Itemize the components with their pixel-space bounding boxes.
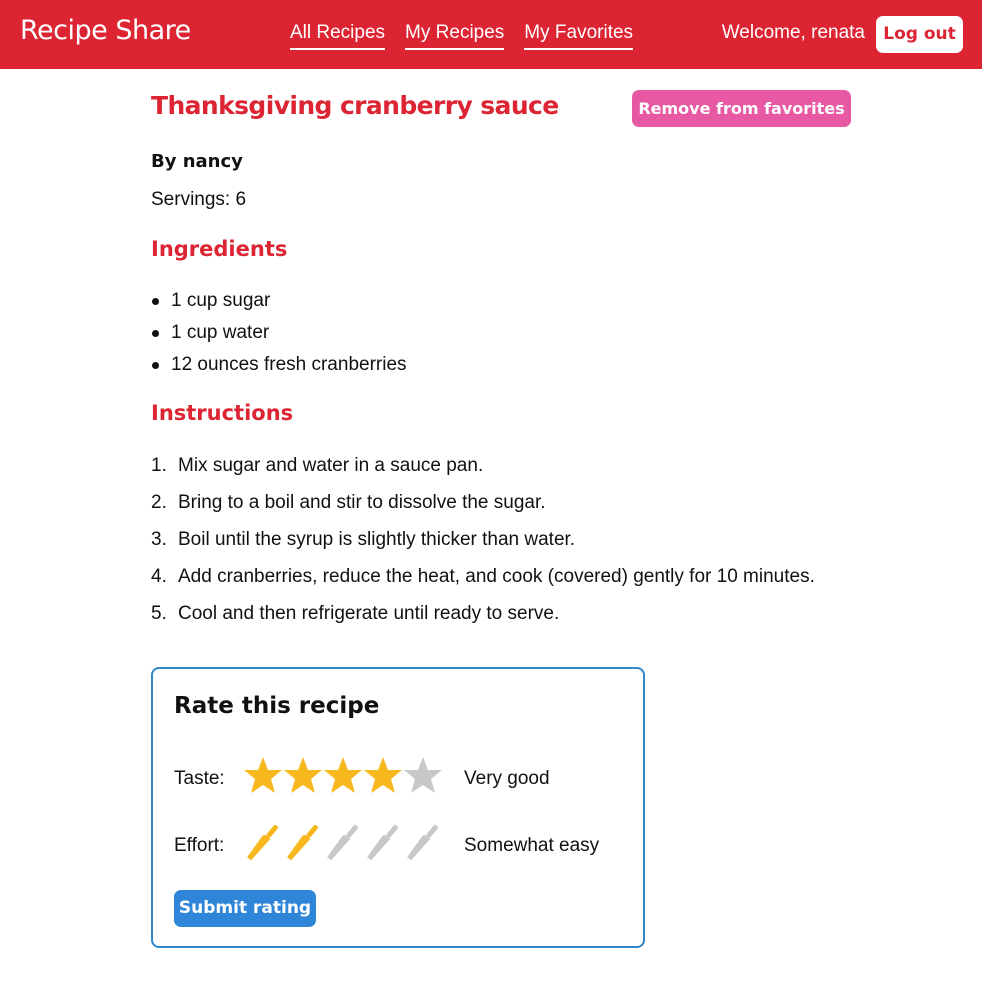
nav-my-favorites[interactable]: My Favorites: [524, 21, 634, 50]
remove-favorite-button[interactable]: Remove from favorites: [632, 90, 851, 127]
taste-rating-stars[interactable]: [243, 756, 443, 796]
rating-title: Rate this recipe: [174, 693, 380, 719]
taste-label: Taste:: [174, 768, 225, 789]
effort-label: Effort:: [174, 835, 225, 856]
effort-rating-knives[interactable]: [243, 823, 443, 863]
step-text: Add cranberries, reduce the heat, and co…: [178, 566, 815, 587]
instruction-step: 2. Bring to a boil and stir to dissolve t…: [151, 490, 815, 527]
instruction-step: 3. Boil until the syrup is slightly thick…: [151, 527, 815, 564]
knife-icon-1[interactable]: [243, 823, 283, 863]
recipe-servings: Servings: 6: [151, 189, 247, 210]
recipe-title: Thanksgiving cranberry sauce: [151, 91, 559, 120]
nav-all-recipes[interactable]: All Recipes: [290, 21, 386, 50]
nav-my-recipes[interactable]: My Recipes: [405, 21, 505, 50]
ingredient-item: 12 ounces fresh cranberries: [151, 352, 407, 384]
submit-rating-button[interactable]: Submit rating: [174, 890, 316, 927]
ingredient-item: 1 cup sugar: [151, 288, 407, 320]
logout-button[interactable]: Log out: [876, 16, 963, 53]
star-icon-1[interactable]: [243, 756, 283, 796]
step-number: 4.: [151, 566, 167, 587]
step-text: Mix sugar and water in a sauce pan.: [178, 455, 484, 476]
step-number: 3.: [151, 529, 167, 550]
star-icon-3[interactable]: [323, 756, 363, 796]
effort-description: Somewhat easy: [464, 835, 600, 856]
instruction-step: 4. Add cranberries, reduce the heat, and …: [151, 564, 815, 601]
rating-panel: Rate this recipe Taste: Very good Effort…: [151, 667, 645, 948]
knife-icon-4[interactable]: [363, 823, 403, 863]
ingredients-list: 1 cup sugar 1 cup water 12 ounces fresh …: [151, 288, 407, 384]
instructions-list: 1. Mix sugar and water in a sauce pan. 2.…: [151, 453, 815, 638]
star-icon-5[interactable]: [403, 756, 443, 796]
brand-logo[interactable]: Recipe Share: [20, 15, 191, 46]
instruction-step: 1. Mix sugar and water in a sauce pan.: [151, 453, 815, 490]
recipe-author: By nancy: [151, 151, 243, 172]
step-number: 2.: [151, 492, 167, 513]
top-nav-bar: Recipe Share All Recipes My Recipes My F…: [0, 0, 982, 69]
instruction-step: 5. Cool and then refrigerate until ready …: [151, 601, 815, 638]
ingredient-item: 1 cup water: [151, 320, 407, 352]
step-text: Cool and then refrigerate until ready to…: [178, 603, 560, 624]
star-icon-4[interactable]: [363, 756, 403, 796]
knife-icon-2[interactable]: [283, 823, 323, 863]
knife-icon-3[interactable]: [323, 823, 363, 863]
welcome-text: Welcome, renata: [721, 22, 865, 43]
main-nav: All Recipes My Recipes My Favorites: [290, 21, 653, 50]
step-number: 1.: [151, 455, 167, 476]
knife-icon-5[interactable]: [403, 823, 443, 863]
ingredients-heading: Ingredients: [151, 237, 288, 261]
step-text: Boil until the syrup is slightly thicker…: [178, 529, 576, 550]
instructions-heading: Instructions: [151, 401, 294, 425]
taste-description: Very good: [464, 768, 550, 789]
star-icon-2[interactable]: [283, 756, 323, 796]
step-number: 5.: [151, 603, 167, 624]
step-text: Bring to a boil and stir to dissolve the…: [178, 492, 546, 513]
